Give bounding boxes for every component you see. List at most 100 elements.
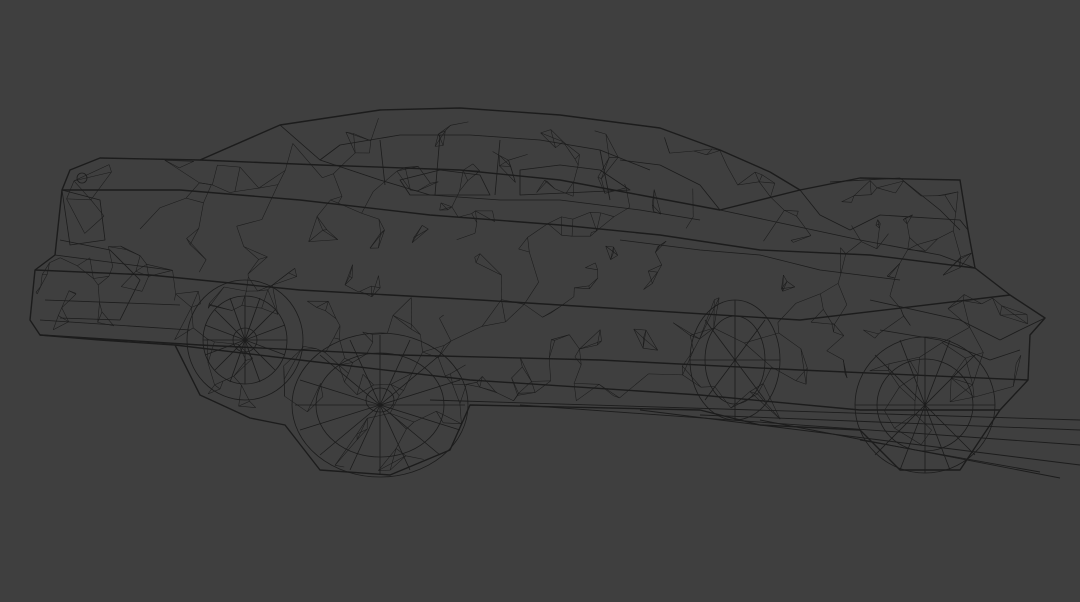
mesh-edge — [233, 360, 247, 377]
body-outline — [29, 107, 1046, 476]
mesh-edge — [511, 377, 518, 396]
mesh-edge — [874, 333, 879, 339]
mesh-edge — [561, 234, 573, 237]
mesh-edge — [573, 164, 579, 182]
mesh-edge — [239, 166, 260, 189]
mesh-edge — [471, 210, 476, 214]
mesh-edge — [410, 324, 412, 330]
mesh-edge — [884, 410, 895, 429]
mesh-edge — [645, 329, 658, 351]
mesh-edge — [938, 191, 959, 196]
3d-viewport[interactable] — [0, 0, 1080, 602]
mesh-edge — [655, 252, 662, 266]
mesh-edge — [481, 299, 502, 327]
mesh-edge — [233, 358, 253, 377]
mesh-edge — [272, 268, 295, 286]
mesh-edge — [172, 270, 176, 294]
mesh-edge — [249, 401, 256, 408]
mesh-edge — [1012, 355, 1022, 387]
mesh-edge — [459, 170, 464, 192]
mesh-edge — [840, 253, 847, 275]
mesh-edge — [443, 422, 462, 425]
mesh-edge — [585, 262, 596, 268]
mesh-edge — [238, 405, 256, 408]
mesh-edge — [609, 156, 619, 158]
mesh-edge — [141, 276, 149, 292]
mesh-edge — [574, 348, 580, 358]
mesh-edge — [247, 259, 259, 275]
mesh-edge — [89, 257, 94, 279]
mesh-edge — [944, 194, 957, 213]
mesh-edge — [519, 357, 523, 367]
mesh-edge — [574, 159, 579, 166]
mesh-edge — [439, 314, 444, 319]
mesh-edge — [1015, 355, 1022, 364]
mesh-edge — [664, 137, 667, 144]
mesh-edge — [395, 428, 407, 449]
mesh-edge — [672, 322, 691, 336]
mesh-edge — [888, 263, 900, 277]
mesh-edge — [972, 384, 975, 398]
mesh-edge — [941, 326, 970, 343]
mesh-edge — [909, 237, 918, 245]
mesh-edge — [406, 421, 415, 430]
mesh-edge — [411, 225, 423, 243]
mesh-edge — [953, 212, 957, 231]
mesh-edge — [450, 326, 483, 342]
mesh-edge — [992, 297, 1002, 307]
mesh-edge — [625, 187, 631, 208]
mesh-edge — [238, 401, 250, 407]
mesh-edge — [571, 219, 574, 237]
mesh-edge — [334, 465, 345, 468]
mesh-edge — [108, 164, 112, 173]
mesh-edge — [68, 290, 77, 295]
mesh-edge — [992, 297, 1001, 316]
mesh-edge — [361, 191, 374, 214]
mesh-edge — [499, 155, 509, 161]
mesh-edge — [229, 191, 235, 193]
mesh-edge — [597, 157, 610, 178]
front-end — [619, 177, 1046, 361]
mesh-edge — [261, 184, 279, 220]
mesh-edge — [203, 184, 212, 203]
mesh-edge — [294, 268, 297, 277]
mesh-edge — [410, 328, 421, 335]
mesh-edge — [951, 377, 973, 385]
mesh-edge — [875, 219, 878, 226]
mesh-edge — [685, 216, 694, 229]
mesh-edge — [518, 248, 530, 253]
mesh-edge — [198, 291, 201, 304]
mesh-edge — [217, 164, 241, 168]
mesh-edge — [60, 257, 78, 267]
mesh-edge — [462, 170, 468, 181]
mesh-edge — [189, 228, 200, 245]
mesh-edge — [307, 300, 317, 308]
mesh-edge — [790, 240, 794, 243]
mesh-edge — [479, 253, 502, 276]
mesh-edge — [392, 315, 412, 330]
mesh-edge — [917, 244, 926, 252]
mesh-edge — [759, 181, 775, 184]
mesh-edge — [826, 350, 844, 361]
mesh-edge — [1000, 314, 1028, 324]
mesh-edge — [579, 329, 601, 350]
mesh-edge — [796, 211, 799, 217]
mesh-edge — [888, 370, 900, 387]
mesh-edge — [223, 286, 247, 292]
mesh-edge — [303, 346, 316, 349]
mesh-edge — [795, 380, 807, 385]
mesh-edge — [458, 213, 472, 218]
mesh-edge — [267, 289, 279, 315]
mesh-edge — [920, 429, 932, 445]
mesh-edge — [372, 333, 388, 335]
mesh-edge — [682, 350, 694, 376]
mesh-edge — [159, 197, 187, 208]
mesh-edge — [61, 290, 70, 308]
mesh-edge — [322, 229, 327, 231]
mesh-edge — [744, 342, 772, 368]
mesh-edge — [191, 307, 194, 328]
mesh-edge — [108, 245, 121, 247]
ground-lines — [429, 399, 1080, 479]
mesh-edge — [693, 338, 700, 351]
mesh-edge — [175, 293, 192, 308]
